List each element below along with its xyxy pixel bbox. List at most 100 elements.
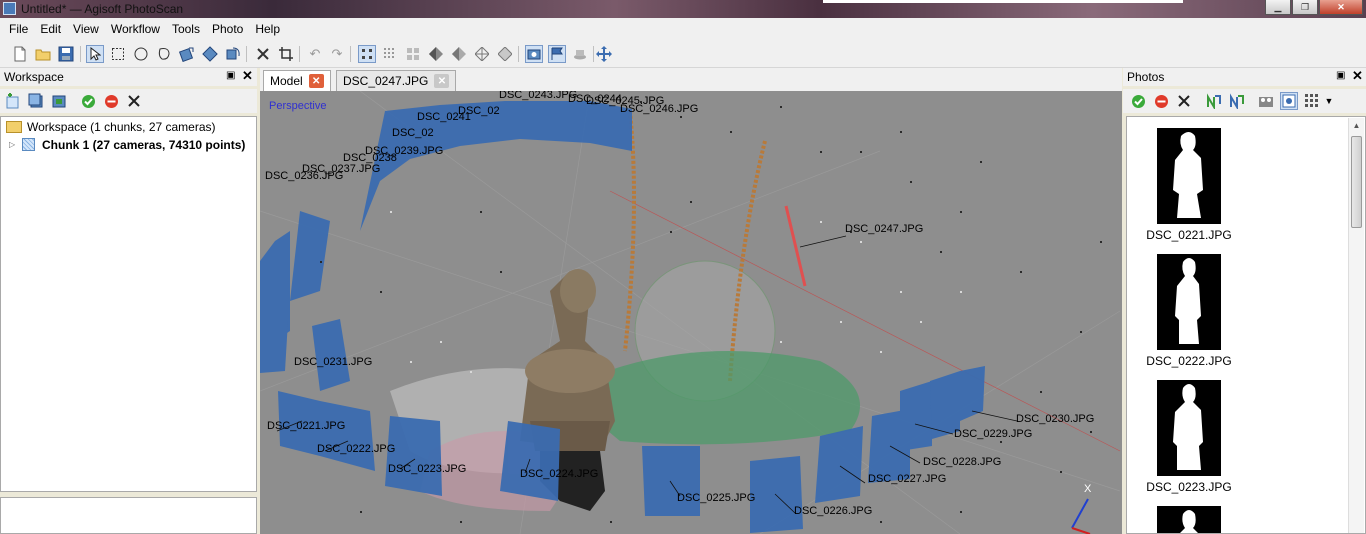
show-region-icon[interactable] [571,45,589,63]
remove-icon[interactable] [1175,92,1193,110]
axis-x-label: X [1084,483,1092,495]
close-pane-icon[interactable]: ✕ [1352,68,1363,84]
disable-icon[interactable] [102,92,120,110]
expand-arrow-icon[interactable]: ▷ [9,140,19,149]
photos-title: Photos [1127,70,1165,84]
enable-icon[interactable] [1129,92,1147,110]
toolbar-separator [80,46,81,62]
camera-label[interactable]: DSC_0225.JPG [677,492,755,504]
disable-icon[interactable] [1152,92,1170,110]
camera-label[interactable]: DSC_0222.JPG [317,443,395,455]
new-icon[interactable] [11,45,29,63]
camera-label[interactable]: DSC_0224.JPG [520,468,598,480]
model-viewport[interactable]: Perspective DSC_0243.JPG DSC_0244 DSC_02… [260,91,1122,534]
move-region-icon[interactable] [178,45,196,63]
menu-file[interactable]: File [3,22,34,36]
camera-label[interactable]: DSC_0221.JPG [267,420,345,432]
chunk-icon [22,138,35,151]
close-tab-icon[interactable]: ✕ [308,74,324,88]
close-pane-icon[interactable]: ✕ [242,68,253,84]
open-icon[interactable] [34,45,52,63]
camera-label[interactable]: DSC_0247.JPG [845,223,923,235]
projection-label: Perspective [269,100,327,112]
rotate-left-icon[interactable] [1205,92,1223,110]
resize-region-icon[interactable] [201,45,219,63]
crop-icon[interactable] [277,45,295,63]
delete-icon[interactable] [254,45,272,63]
minimize-button[interactable]: ▁ [1265,0,1291,15]
workspace-root-label: Workspace (1 chunks, 27 cameras) [27,119,216,134]
close-button[interactable]: ✕ [1319,0,1363,15]
wireframe-icon[interactable] [473,45,491,63]
rect-select-icon[interactable] [109,45,127,63]
tab-bar: Model ✕ DSC_0247.JPG ✕ [260,68,1122,91]
camera-label[interactable]: DSC_0231.JPG [294,356,372,368]
menu-tools[interactable]: Tools [166,22,206,36]
show-cameras-icon[interactable] [525,45,543,63]
menu-photo[interactable]: Photo [206,22,249,36]
thumbnail-size-icon[interactable] [1303,92,1321,110]
rotate-right-icon[interactable] [1228,92,1246,110]
camera-label[interactable]: DSC_0228.JPG [923,456,1001,468]
show-shapes-icon[interactable] [548,45,566,63]
chunk-row[interactable]: ▷ Chunk 1 (27 cameras, 74310 points) [9,136,245,153]
scroll-thumb[interactable] [1351,136,1362,228]
window-controls: ▁ ❐ ✕ [1265,0,1363,15]
view-mode-icon[interactable] [1280,92,1298,110]
photo-thumbnail [1157,128,1221,224]
title-bar: Untitled* — Agisoft PhotoScan ▁ ❐ ✕ [0,0,1366,18]
float-pane-icon[interactable]: ▣ [226,70,235,81]
circle-select-icon[interactable] [132,45,150,63]
photo-label: DSC_0222.JPG [1146,354,1232,368]
camera-label[interactable]: DSC_0230.JPG [1016,413,1094,425]
pointer-icon[interactable] [86,45,104,63]
tab-photo-label: DSC_0247.JPG [343,74,429,88]
toolbar-separator [299,46,300,62]
tab-model[interactable]: Model ✕ [263,70,331,91]
shaded-icon[interactable] [427,45,445,63]
scroll-up-icon[interactable]: ▲ [1349,118,1364,133]
save-icon[interactable] [57,45,75,63]
workspace-root[interactable]: Workspace (1 chunks, 27 cameras) [6,118,216,135]
textured-icon[interactable] [496,45,514,63]
mask-icon[interactable] [1257,92,1275,110]
menu-edit[interactable]: Edit [34,22,67,36]
undo-icon[interactable]: ↶ [306,45,324,63]
menu-help[interactable]: Help [249,22,286,36]
photos-list: DSC_0221.JPG DSC_0222.JPG DSC_0223.JPG ▲ [1126,116,1366,534]
camera-label[interactable]: DSC_0229.JPG [954,428,1032,440]
menu-view[interactable]: View [67,22,105,36]
camera-label[interactable]: DSC_0236.JPG [265,170,343,182]
menu-workflow[interactable]: Workflow [105,22,166,36]
camera-label[interactable]: DSC_02 [392,127,434,139]
menu-bar: File Edit View Workflow Tools Photo Help [0,18,1366,40]
remove-icon[interactable] [125,92,143,110]
camera-label[interactable]: DSC_0246.JPG [620,103,698,115]
chevron-down-icon[interactable]: ▼ [1320,92,1338,110]
photos-scrollbar[interactable]: ▲ [1348,118,1364,533]
camera-label[interactable]: DSC_0243.JPG [499,91,577,101]
rotate-region-icon[interactable] [224,45,242,63]
camera-label[interactable]: DSC_0241 [417,111,471,123]
free-select-icon[interactable] [155,45,173,63]
tiled-icon[interactable] [404,45,422,63]
tab-model-label: Model [270,74,303,88]
point-cloud-icon[interactable] [358,45,376,63]
navigation-icon[interactable] [595,45,613,63]
redo-icon[interactable]: ↷ [328,45,346,63]
camera-label[interactable]: DSC_0226.JPG [794,505,872,517]
tab-dsc-0247[interactable]: DSC_0247.JPG ✕ [336,70,457,91]
add-folder-icon[interactable] [50,92,68,110]
add-photos-icon[interactable] [27,92,45,110]
camera-label[interactable]: DSC_0227.JPG [868,473,946,485]
maximize-button[interactable]: ❐ [1292,0,1318,15]
float-pane-icon[interactable]: ▣ [1336,70,1345,81]
add-chunk-icon[interactable] [4,92,22,110]
camera-label[interactable]: DSC_0223.JPG [388,463,466,475]
workspace-title: Workspace [4,70,64,84]
close-tab-icon[interactable]: ✕ [434,74,450,88]
dense-cloud-icon[interactable] [381,45,399,63]
enable-icon[interactable] [79,92,97,110]
toolbar-separator [518,46,519,62]
solid-icon[interactable] [450,45,468,63]
